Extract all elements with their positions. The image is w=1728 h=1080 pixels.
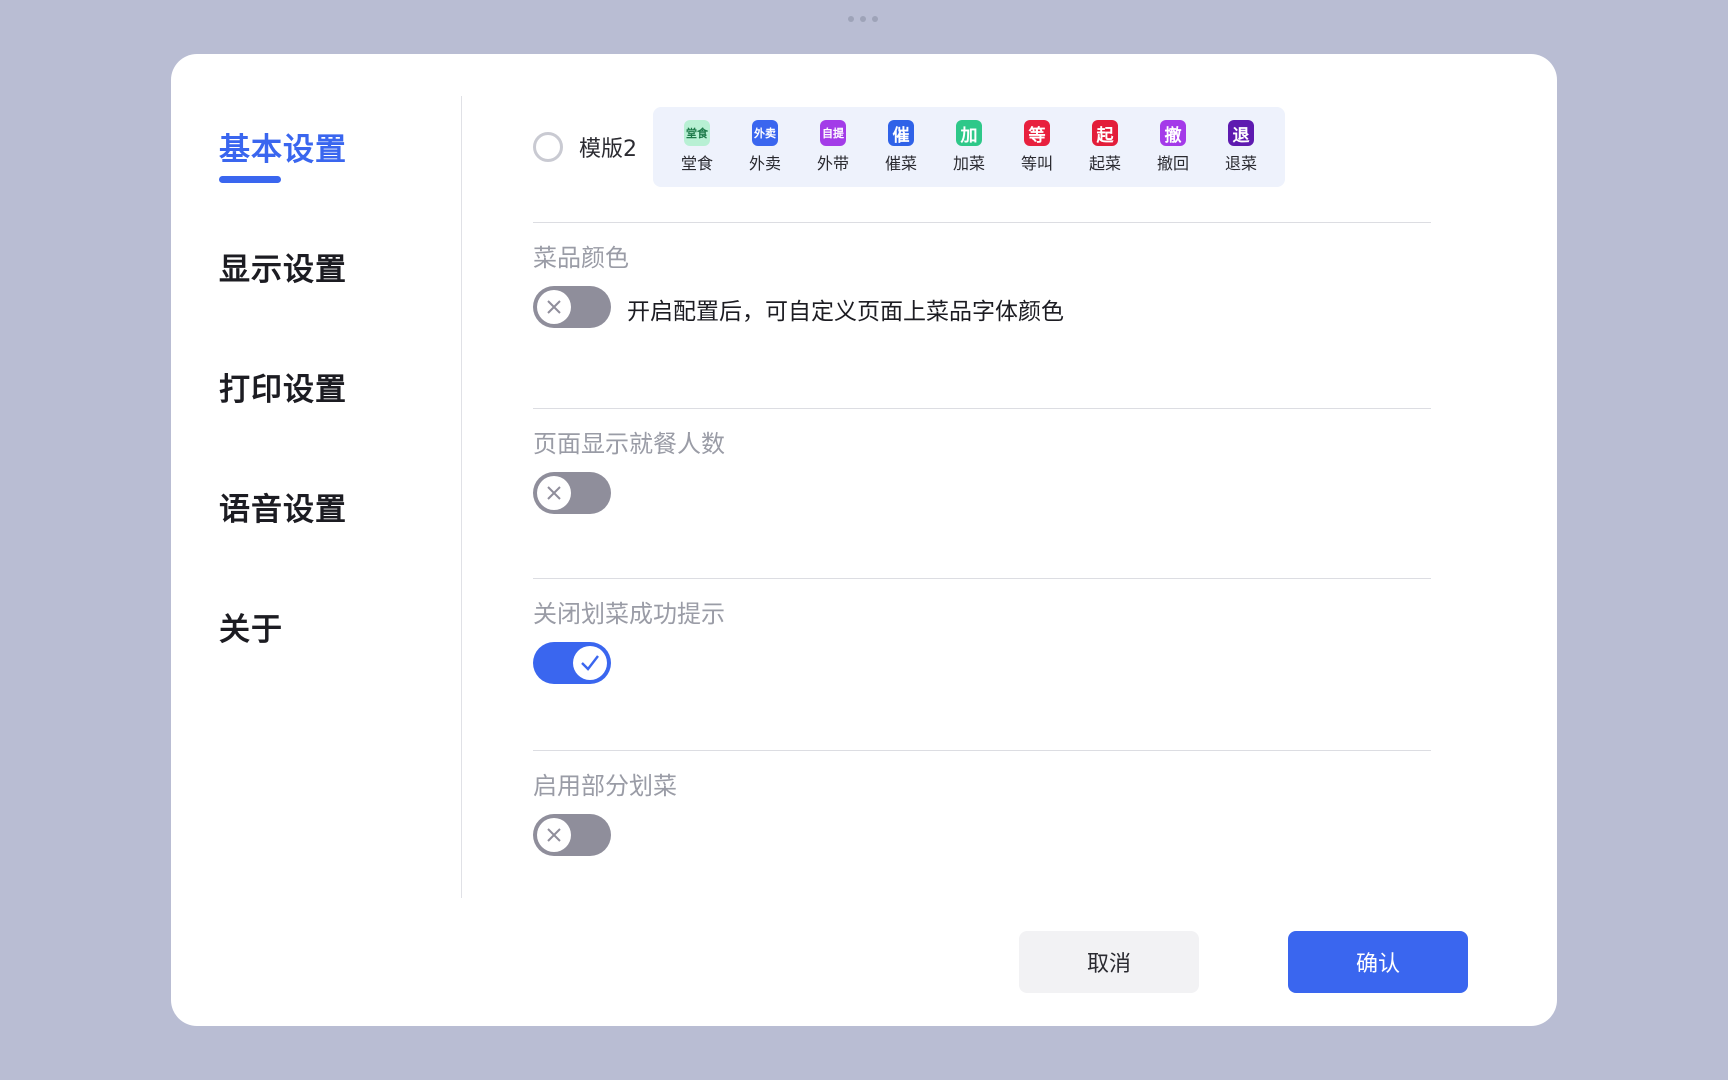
tag-name: 外卖 (748, 154, 781, 173)
partial-toggle[interactable] (533, 814, 611, 856)
sidebar-item-voice[interactable]: 语音设置 (219, 484, 439, 604)
close-tip-toggle[interactable] (533, 642, 611, 684)
cancel-button[interactable]: 取消 (1019, 931, 1199, 993)
guest-count-toggle[interactable] (533, 472, 611, 514)
section-title-partial: 启用部分划菜 (533, 772, 677, 800)
tag-item: 堂食 堂食 (663, 120, 731, 174)
tag-badge: 起 (1092, 120, 1118, 146)
tag-badge: 等 (1024, 120, 1050, 146)
section-divider (533, 408, 1431, 409)
tag-item: 加 加菜 (935, 120, 1003, 174)
tag-name: 等叫 (1020, 154, 1053, 173)
dish-color-desc: 开启配置后，可自定义页面上菜品字体颜色 (627, 299, 1064, 325)
tag-badge: 加 (956, 120, 982, 146)
section-title-guest-count: 页面显示就餐人数 (533, 430, 725, 458)
tag-name: 退菜 (1224, 154, 1257, 173)
close-icon (547, 828, 561, 842)
tag-item: 撤 撤回 (1139, 120, 1207, 174)
sidebar-item-about[interactable]: 关于 (219, 604, 439, 724)
toggle-knob (537, 818, 571, 852)
tag-item: 外卖 外卖 (731, 120, 799, 174)
sidebar-item-display[interactable]: 显示设置 (219, 244, 439, 364)
tag-badge: 堂食 (684, 120, 710, 146)
close-icon (547, 300, 561, 314)
tag-item: 催 催菜 (867, 120, 935, 174)
template-label: 模版2 (579, 137, 637, 162)
tag-badge: 外卖 (752, 120, 778, 146)
toggle-knob (573, 646, 607, 680)
sidebar-item-print[interactable]: 打印设置 (219, 364, 439, 484)
section-divider (533, 750, 1431, 751)
tag-name: 催菜 (884, 154, 917, 173)
section-title-dish-color: 菜品颜色 (533, 244, 629, 272)
check-icon (581, 655, 599, 671)
tag-item: 起 起菜 (1071, 120, 1139, 174)
section-divider (533, 222, 1431, 223)
template-option: 模版2 堂食 堂食 外卖 外卖 自提 外带 催 催菜 加 加菜 等 等叫 起 起… (533, 106, 1285, 188)
tag-name: 起菜 (1088, 154, 1121, 173)
section-title-close-tip: 关闭划菜成功提示 (533, 600, 725, 628)
confirm-button[interactable]: 确认 (1288, 931, 1468, 993)
settings-sidebar: 基本设置 显示设置 打印设置 语音设置 关于 (219, 124, 439, 724)
settings-content: 模版2 堂食 堂食 外卖 外卖 自提 外带 催 催菜 加 加菜 等 等叫 起 起… (533, 54, 1433, 904)
tag-name: 加菜 (952, 154, 985, 173)
tag-name: 堂食 (680, 154, 713, 173)
section-divider (533, 578, 1431, 579)
dish-color-toggle[interactable] (533, 286, 611, 328)
tag-badge: 催 (888, 120, 914, 146)
sidebar-item-basic[interactable]: 基本设置 (219, 124, 439, 244)
tag-preview-strip: 堂食 堂食 外卖 外卖 自提 外带 催 催菜 加 加菜 等 等叫 起 起菜 撤 … (653, 107, 1285, 187)
tag-name: 撤回 (1156, 154, 1189, 173)
tag-name: 外带 (816, 154, 849, 173)
tag-badge: 退 (1228, 120, 1254, 146)
close-icon (547, 486, 561, 500)
tag-item: 自提 外带 (799, 120, 867, 174)
toggle-knob (537, 290, 571, 324)
template-radio[interactable] (533, 132, 563, 162)
tag-badge: 撤 (1160, 120, 1186, 146)
toggle-knob (537, 476, 571, 510)
tag-badge: 自提 (820, 120, 846, 146)
drag-handle[interactable] (848, 16, 878, 22)
tag-item: 退 退菜 (1207, 120, 1275, 174)
settings-modal: 基本设置 显示设置 打印设置 语音设置 关于 模版2 堂食 堂食 外卖 外卖 自… (171, 54, 1557, 1026)
sidebar-divider (461, 96, 462, 898)
tag-item: 等 等叫 (1003, 120, 1071, 174)
